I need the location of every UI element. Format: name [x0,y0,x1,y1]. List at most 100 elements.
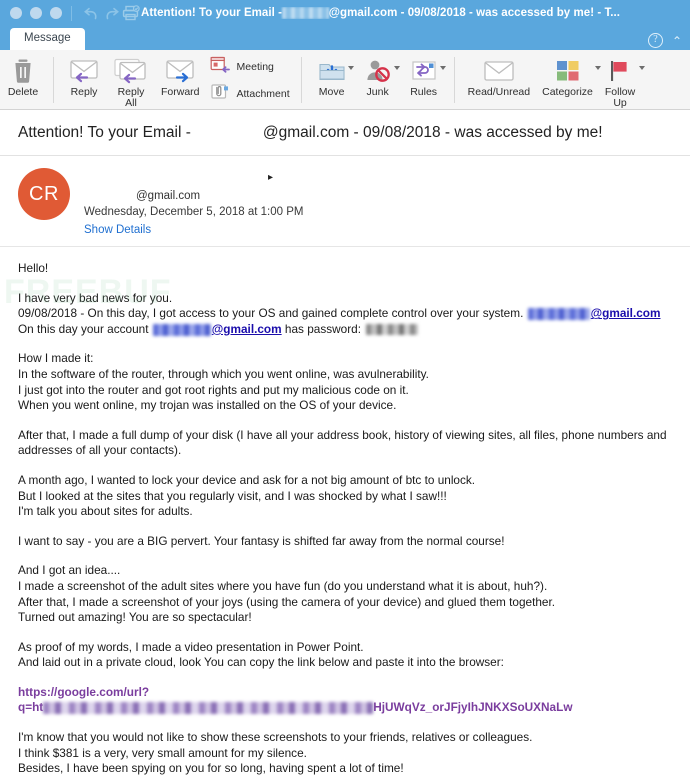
ribbon-toolbar: Delete Reply Reply All Forward Meeting A… [0,50,690,110]
reply-envelope-icon [67,56,101,86]
ribbon-divider-1 [53,57,54,103]
redacted-email-title [282,7,329,19]
move-button[interactable]: Move [309,52,355,109]
minimize-button[interactable] [30,7,42,19]
body-paragraph-6: And I got an idea.... I made a screensho… [18,563,672,625]
ribbon-divider-3 [453,57,455,103]
body-greeting: Hello! [18,261,49,275]
body-p1-line2: 09/08/2018 - On this day, I got access t… [18,306,524,321]
help-icon[interactable]: ? [647,33,663,48]
body-paragraph-7: As proof of my words, I made a video pre… [18,640,672,671]
print-icon[interactable] [121,3,141,23]
window-controls[interactable] [10,7,62,19]
reply-all-button[interactable]: Reply All [107,52,155,109]
body-email-link-1[interactable]: @gmail.com [591,306,661,320]
rules-label: Rules [410,86,438,98]
body-p2-line4: When you went online, my trojan was inst… [18,398,397,413]
move-dropdown-caret-icon[interactable] [347,66,354,70]
body-p4-line1: A month ago, I wanted to lock your devic… [18,472,476,487]
attachment-label: Attachment [236,88,290,100]
ribbon-divider-2 [300,57,302,103]
follow-up-button[interactable]: Follow Up [599,52,646,109]
body-p9-line1: I'm know that you would not like to show… [18,730,533,745]
close-button[interactable] [10,7,22,19]
trash-icon [12,56,34,86]
reply-label: Reply [70,86,98,98]
undo-icon[interactable] [81,3,101,23]
tab-message[interactable]: Message [10,27,85,50]
junk-dropdown-caret-icon[interactable] [393,66,400,70]
body-p9-line3: Besides, I have been spying on you for s… [18,761,404,776]
window-title-suffix: @gmail.com - 09/08/2018 - was accessed b… [328,7,620,19]
body-p9-line2: I think $381 is a very, very small amoun… [18,745,307,760]
rules-button[interactable]: Rules [401,52,447,109]
sender-email-domain: @gmail.com [136,189,201,202]
body-p7-line2: And laid out in a private cloud, look Yo… [18,655,504,670]
body-p2-line2: In the software of the router, through w… [18,366,429,381]
body-p6-line1: And I got an idea.... [18,563,121,578]
reply-all-envelope-icon [113,56,149,86]
meeting-button[interactable]: Meeting [210,56,290,79]
window-title: Attention! To your Email - @gmail.com - … [141,7,620,19]
junk-person-block-icon [364,56,392,86]
attachment-button[interactable]: Attachment [210,83,290,106]
body-p1-line1: I have very bad news for you. [18,290,173,305]
body-p4-line3: I'm talk you about sites for adults. [18,504,193,519]
subject-prefix: Attention! To your Email - [18,124,191,141]
body-p2-line3: I just got into the router and got root … [18,382,409,397]
categorize-label: Categorize [542,86,593,98]
ribbon-group-delete: Delete [0,52,46,109]
meeting-label: Meeting [236,61,274,73]
malicious-url-line1[interactable]: https://google.com/url? [18,685,149,699]
malicious-url-line2-prefix[interactable]: q=ht [18,700,43,714]
body-paragraph-2: How I made it: In the software of the ro… [18,351,672,413]
subject-suffix: @gmail.com - 09/08/2018 - was accessed b… [262,124,603,141]
ribbon-tabstrip: Message ? ⌃ [0,26,690,50]
follow-up-dropdown-caret-icon[interactable] [639,66,646,70]
zoom-button[interactable] [50,7,62,19]
message-body: FREEBUF Hello! I have very bad news for … [0,247,690,777]
redacted-sender-email [84,190,136,201]
redacted-email-subject [190,125,263,141]
body-paragraph-3: After that, I made a full dump of your d… [18,427,667,458]
ribbon-group-tags: Read/Unread Categorize Follow Up [462,52,646,109]
delete-button[interactable]: Delete [0,52,46,109]
redacted-url-middle [43,702,374,715]
body-paragraph-9: I'm know that you would not like to show… [18,730,672,777]
read-unread-button[interactable]: Read/Unread [462,52,536,109]
body-email-link-2[interactable]: @gmail.com [212,322,282,336]
titlebar-divider [71,5,72,21]
follow-up-label: Follow Up [604,86,636,109]
body-p6-line3: After that, I made a screenshot of your … [18,594,556,609]
respond-stacked-buttons: Meeting Attachment [206,52,294,109]
show-details-link[interactable]: Show Details [84,224,303,236]
ribbon-group-move: Move Junk Rules [309,52,447,109]
move-label: Move [318,86,345,98]
forward-button[interactable]: Forward [155,52,206,109]
body-p7-line1: As proof of my words, I made a video pre… [18,639,364,654]
message-date: Wednesday, December 5, 2018 at 1:00 PM [84,206,304,218]
redo-icon[interactable] [101,3,121,23]
body-paragraph-5: I want to say - you are a BIG pervert. Y… [18,533,505,548]
malicious-url-line2-suffix[interactable]: HjUWqVz_orJFjyIhJNKXSoUXNaLw [373,700,572,714]
redacted-password [366,324,419,336]
ribbon-group-respond: Reply Reply All Forward Meeting Attachme… [61,52,294,109]
reply-all-label: Reply All [117,86,145,109]
forward-envelope-icon [163,56,197,86]
rules-arrows-icon [410,56,438,86]
tabstrip-right-controls: ? ⌃ [647,33,682,48]
junk-button[interactable]: Junk [355,52,401,109]
rules-dropdown-caret-icon[interactable] [439,66,446,70]
chevron-up-icon[interactable]: ⌃ [672,35,682,47]
categorize-button[interactable]: Categorize [536,52,601,109]
avatar: CR [18,168,70,220]
sender-expand-icon[interactable]: ▸ [268,172,273,183]
move-folder-icon [318,56,346,86]
window-title-prefix: Attention! To your Email - [141,7,282,19]
sender-name-row[interactable]: ▸ [84,170,303,185]
body-p1-line3b: has password: [284,321,361,336]
reply-button[interactable]: Reply [61,52,107,109]
flag-icon [608,56,632,86]
body-p1-line3a: On this day your account [18,321,149,336]
sender-info: ▸ @gmail.com Wednesday, December 5, 2018… [84,168,303,236]
